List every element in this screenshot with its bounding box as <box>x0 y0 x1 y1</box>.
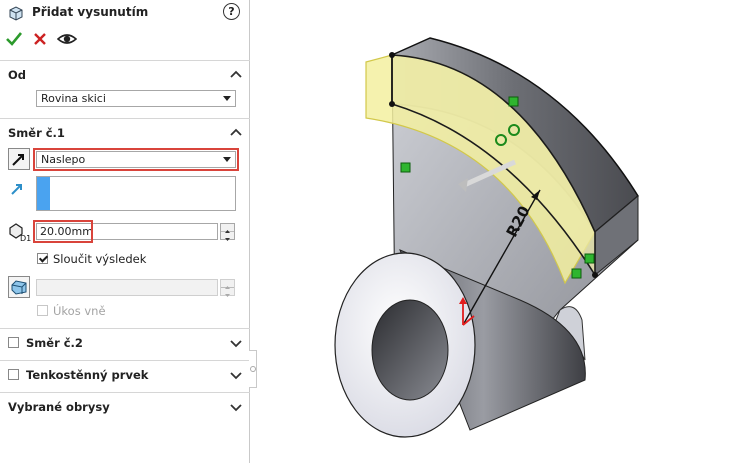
graphics-viewport[interactable]: R20 <box>258 0 750 463</box>
dropdown-arrow-icon <box>223 96 231 101</box>
draft-angle-input[interactable] <box>36 279 218 296</box>
panel-titlebar: Přidat vysunutím ? <box>0 0 250 26</box>
spin-down-icon <box>225 294 230 297</box>
reverse-direction-button[interactable] <box>8 148 30 170</box>
draft-icon <box>11 280 27 295</box>
chevron-down-icon[interactable] <box>229 402 243 412</box>
highlight-box <box>33 220 93 243</box>
divider <box>0 328 250 329</box>
section-title-direction1: Směr č.1 <box>8 126 65 140</box>
chevron-up-icon[interactable] <box>229 69 243 79</box>
panel-title: Přidat vysunutím <box>32 5 149 19</box>
divider <box>0 118 250 119</box>
chevron-down-icon[interactable] <box>229 370 243 380</box>
merge-result-label: Sloučit výsledek <box>53 252 147 266</box>
start-condition-select[interactable]: Rovina skici <box>36 90 236 107</box>
spin-up-icon <box>221 224 234 233</box>
section-title-thin-feature: Tenkostěnný prvek <box>26 368 149 382</box>
thin-feature-checkbox[interactable] <box>8 369 19 380</box>
draft-outward-label: Úkos vně <box>53 304 106 318</box>
draft-button[interactable] <box>8 276 30 298</box>
direction-vector-listbox[interactable] <box>36 176 236 211</box>
divider <box>0 360 250 361</box>
spin-down-icon <box>225 238 230 241</box>
panel-resize-handle[interactable] <box>249 350 257 388</box>
section-title-direction2: Směr č.2 <box>26 336 83 350</box>
draft-angle-spinner[interactable] <box>220 279 235 297</box>
extrude-feature-icon <box>9 6 23 21</box>
svg-text:D1: D1 <box>20 234 31 243</box>
check-icon[interactable] <box>5 30 23 48</box>
property-manager-panel: Přidat vysunutím ? Od Rovina skici Směr … <box>0 0 250 463</box>
chevron-down-icon[interactable] <box>229 338 243 348</box>
selection-marker <box>37 177 50 210</box>
direction2-checkbox[interactable] <box>8 337 19 348</box>
direction-vector-icon <box>11 184 22 195</box>
depth-spinner[interactable] <box>220 223 235 241</box>
section-title-selected-contours: Vybrané obrysy <box>8 400 110 414</box>
help-button[interactable]: ? <box>223 3 240 20</box>
spin-up-icon <box>221 280 234 289</box>
panel-actions <box>0 30 250 50</box>
merge-result-checkbox[interactable] <box>37 253 48 264</box>
divider <box>0 392 250 393</box>
divider <box>0 60 250 61</box>
part-model: R20 <box>334 37 639 438</box>
draft-outward-checkbox[interactable] <box>37 305 48 316</box>
reverse-direction-icon <box>12 154 24 166</box>
chevron-up-icon[interactable] <box>229 127 243 137</box>
highlight-box <box>33 148 239 171</box>
eye-icon[interactable] <box>57 30 77 48</box>
section-title-from: Od <box>8 68 27 82</box>
depth-icon: D1 <box>9 223 31 243</box>
start-condition-value: Rovina skici <box>41 92 106 105</box>
x-icon[interactable] <box>31 30 49 48</box>
